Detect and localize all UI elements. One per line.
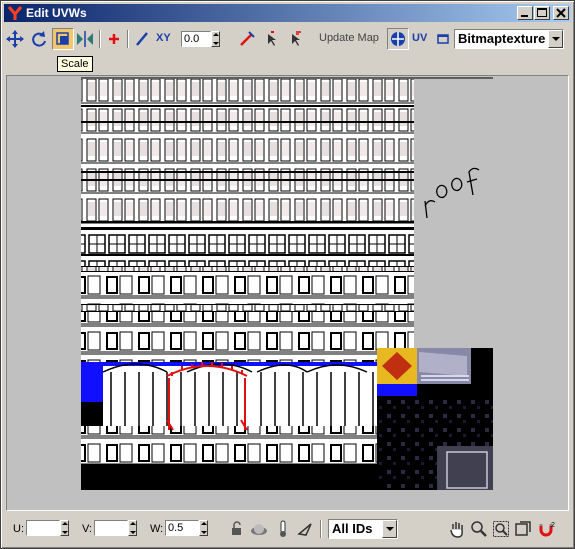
edge-icon[interactable] bbox=[131, 28, 153, 50]
ground-floor-top bbox=[81, 348, 377, 362]
dark-tile bbox=[471, 348, 493, 384]
options-icon[interactable] bbox=[432, 28, 454, 50]
v-label: V: bbox=[82, 523, 92, 535]
chevron-down-icon[interactable] bbox=[548, 30, 563, 48]
pick-icon[interactable] bbox=[294, 518, 316, 540]
facade-band-1 bbox=[81, 272, 414, 304]
ground-shadow bbox=[81, 464, 377, 490]
thermometer-icon[interactable] bbox=[272, 518, 294, 540]
update-map-button[interactable]: Update Map bbox=[319, 32, 379, 44]
pan-icon[interactable] bbox=[446, 518, 468, 540]
max-app-icon bbox=[7, 5, 23, 21]
lock-icon[interactable] bbox=[226, 518, 248, 540]
w-spinner[interactable] bbox=[199, 520, 208, 536]
magnet-icon[interactable]: 2 bbox=[536, 518, 558, 540]
move-icon[interactable] bbox=[4, 28, 26, 50]
statusbar-separator bbox=[320, 520, 322, 538]
uv-editor-viewport[interactable]: roof bbox=[6, 75, 569, 511]
zoom-region-icon[interactable] bbox=[490, 518, 512, 540]
display-texture-icon[interactable] bbox=[387, 28, 409, 50]
map-dropdown[interactable]: Bitmaptexture bbox=[454, 29, 564, 49]
vertex-icon[interactable] bbox=[103, 28, 125, 50]
svg-text:2: 2 bbox=[551, 522, 555, 529]
zoom-extents-icon[interactable] bbox=[512, 518, 534, 540]
break-icon[interactable] bbox=[284, 28, 306, 50]
mirror-icon[interactable] bbox=[74, 28, 96, 50]
zoom-icon[interactable] bbox=[468, 518, 490, 540]
freeform-icon[interactable] bbox=[236, 28, 258, 50]
edit-uvws-window: Edit UVWs XY 0.0 Update Map UV Bitmaptex… bbox=[0, 0, 575, 549]
pick-icon[interactable] bbox=[260, 28, 282, 50]
status-bar: U: V: W: 0.5 All IDs 2 bbox=[4, 514, 571, 544]
facade-band-3 bbox=[81, 228, 414, 266]
facade-upper bbox=[81, 79, 414, 351]
v-field[interactable] bbox=[94, 520, 128, 536]
uv-toolbar: XY 0.0 Update Map UV Bitmaptexture bbox=[4, 25, 571, 53]
u-field[interactable] bbox=[26, 520, 60, 536]
annotation-text: roof bbox=[7, 76, 27, 79]
scale-icon[interactable] bbox=[52, 28, 74, 50]
facade-band-2 bbox=[81, 312, 414, 348]
ground-floor-bottom bbox=[81, 426, 377, 466]
axis-value-spinner[interactable] bbox=[211, 31, 220, 47]
map-dropdown-value: Bitmaptexture bbox=[458, 31, 546, 46]
uv-mode-label[interactable]: UV bbox=[412, 32, 427, 44]
axis-label: XY bbox=[156, 32, 171, 44]
axis-value-field[interactable]: 0.0 bbox=[181, 31, 211, 47]
rotate-icon[interactable] bbox=[28, 28, 50, 50]
window-title: Edit UVWs bbox=[26, 6, 87, 20]
uv-texture-canvas: roof bbox=[7, 76, 493, 490]
w-label: W: bbox=[150, 523, 164, 535]
blue-tile bbox=[377, 384, 417, 396]
u-label: U: bbox=[13, 523, 24, 535]
ids-dropdown-value: All IDs bbox=[332, 521, 373, 536]
sign-shape bbox=[419, 352, 467, 376]
toolbar-separator bbox=[127, 30, 129, 48]
v-spinner[interactable] bbox=[128, 520, 137, 536]
storefront-right bbox=[247, 366, 377, 426]
tooltip: Scale bbox=[57, 56, 93, 72]
ids-dropdown[interactable]: All IDs bbox=[328, 519, 398, 539]
toolbar-separator bbox=[99, 30, 101, 48]
minimize-button[interactable] bbox=[517, 6, 533, 20]
u-spinner[interactable] bbox=[60, 520, 69, 536]
maximize-button[interactable] bbox=[534, 6, 550, 20]
chevron-down-icon[interactable] bbox=[382, 520, 397, 538]
title-bar: Edit UVWs bbox=[4, 4, 571, 22]
close-button[interactable] bbox=[553, 6, 569, 20]
w-field[interactable]: 0.5 bbox=[165, 520, 199, 536]
sphere-icon[interactable] bbox=[248, 518, 270, 540]
